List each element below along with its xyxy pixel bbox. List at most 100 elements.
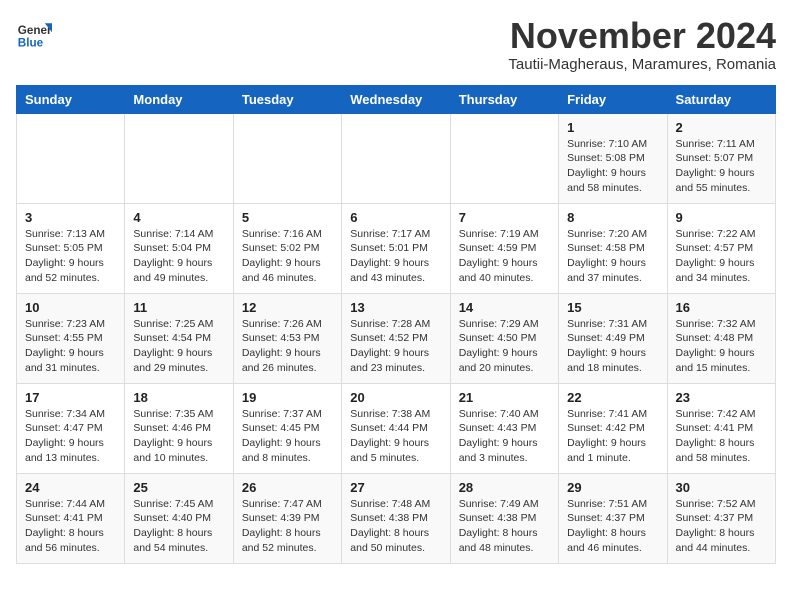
calendar-cell-4-3: 27Sunrise: 7:48 AM Sunset: 4:38 PM Dayli… bbox=[342, 473, 450, 563]
day-number: 2 bbox=[676, 120, 767, 135]
month-title: November 2024 bbox=[508, 16, 776, 56]
calendar-cell-3-6: 23 Sunrise: 7:42 AM Sunset: 4:41 PM Dayli… bbox=[667, 383, 775, 473]
calendar-cell-3-4: 21 Sunrise: 7:40 AM Sunset: 4:43 PM Dayli… bbox=[450, 383, 558, 473]
day-info: Sunrise: 7:26 AM Sunset: 4:53 PM Dayligh… bbox=[242, 317, 333, 376]
day-number: 25 bbox=[133, 480, 224, 495]
header-sunday: Sunday bbox=[17, 85, 125, 113]
location-subtitle: Tautii-Magheraus, Maramures, Romania bbox=[508, 56, 776, 73]
header-monday: Monday bbox=[125, 85, 233, 113]
day-info: Sunrise: 7:41 AM Sunset: 4:42 PM Dayligh… bbox=[567, 407, 658, 466]
calendar-cell-0-0 bbox=[17, 113, 125, 203]
header-row: Sunday Monday Tuesday Wednesday Thursday… bbox=[17, 85, 776, 113]
calendar-cell-3-2: 19 Sunrise: 7:37 AM Sunset: 4:45 PM Dayli… bbox=[233, 383, 341, 473]
day-number: 30 bbox=[676, 480, 767, 495]
calendar-cell-1-5: 8 Sunrise: 7:20 AM Sunset: 4:58 PM Daylig… bbox=[559, 203, 667, 293]
day-info: Sunrise: 7:47 AM Sunset: 4:39 PM Dayligh… bbox=[242, 497, 333, 556]
day-info: Sunrise: 7:28 AM Sunset: 4:52 PM Dayligh… bbox=[350, 317, 441, 376]
day-info: Sunrise: 7:49 AM Sunset: 4:38 PM Dayligh… bbox=[459, 497, 550, 556]
calendar-cell-1-6: 9 Sunrise: 7:22 AM Sunset: 4:57 PM Daylig… bbox=[667, 203, 775, 293]
header-saturday: Saturday bbox=[667, 85, 775, 113]
day-number: 3 bbox=[25, 210, 116, 225]
day-number: 17 bbox=[25, 390, 116, 405]
calendar-cell-1-2: 5 Sunrise: 7:16 AM Sunset: 5:02 PM Daylig… bbox=[233, 203, 341, 293]
calendar-cell-3-5: 22 Sunrise: 7:41 AM Sunset: 4:42 PM Dayli… bbox=[559, 383, 667, 473]
day-info: Sunrise: 7:23 AM Sunset: 4:55 PM Dayligh… bbox=[25, 317, 116, 376]
calendar-cell-4-0: 24 Sunrise: 7:44 AM Sunset: 4:41 PM Dayli… bbox=[17, 473, 125, 563]
day-number: 7 bbox=[459, 210, 550, 225]
calendar-cell-1-0: 3 Sunrise: 7:13 AM Sunset: 5:05 PM Daylig… bbox=[17, 203, 125, 293]
day-number: 23 bbox=[676, 390, 767, 405]
calendar-cell-1-1: 4 Sunrise: 7:14 AM Sunset: 5:04 PM Daylig… bbox=[125, 203, 233, 293]
day-number: 8 bbox=[567, 210, 658, 225]
week-row-1: 1Sunrise: 7:10 AM Sunset: 5:08 PM Daylig… bbox=[17, 113, 776, 203]
calendar-cell-2-0: 10 Sunrise: 7:23 AM Sunset: 4:55 PM Dayli… bbox=[17, 293, 125, 383]
calendar-cell-0-6: 2Sunrise: 7:11 AM Sunset: 5:07 PM Daylig… bbox=[667, 113, 775, 203]
day-info: Sunrise: 7:37 AM Sunset: 4:45 PM Dayligh… bbox=[242, 407, 333, 466]
day-number: 27 bbox=[350, 480, 441, 495]
header-tuesday: Tuesday bbox=[233, 85, 341, 113]
day-number: 15 bbox=[567, 300, 658, 315]
calendar-table: Sunday Monday Tuesday Wednesday Thursday… bbox=[16, 85, 776, 564]
day-number: 10 bbox=[25, 300, 116, 315]
day-info: Sunrise: 7:45 AM Sunset: 4:40 PM Dayligh… bbox=[133, 497, 224, 556]
header-wednesday: Wednesday bbox=[342, 85, 450, 113]
day-number: 12 bbox=[242, 300, 333, 315]
day-info: Sunrise: 7:40 AM Sunset: 4:43 PM Dayligh… bbox=[459, 407, 550, 466]
day-info: Sunrise: 7:13 AM Sunset: 5:05 PM Dayligh… bbox=[25, 227, 116, 286]
day-number: 9 bbox=[676, 210, 767, 225]
day-number: 18 bbox=[133, 390, 224, 405]
day-number: 28 bbox=[459, 480, 550, 495]
week-row-4: 17 Sunrise: 7:34 AM Sunset: 4:47 PM Dayli… bbox=[17, 383, 776, 473]
calendar-cell-2-4: 14 Sunrise: 7:29 AM Sunset: 4:50 PM Dayli… bbox=[450, 293, 558, 383]
calendar-cell-1-4: 7 Sunrise: 7:19 AM Sunset: 4:59 PM Daylig… bbox=[450, 203, 558, 293]
day-number: 19 bbox=[242, 390, 333, 405]
day-info: Sunrise: 7:34 AM Sunset: 4:47 PM Dayligh… bbox=[25, 407, 116, 466]
day-number: 29 bbox=[567, 480, 658, 495]
day-number: 20 bbox=[350, 390, 441, 405]
calendar-cell-2-6: 16 Sunrise: 7:32 AM Sunset: 4:48 PM Dayli… bbox=[667, 293, 775, 383]
day-number: 24 bbox=[25, 480, 116, 495]
week-row-2: 3 Sunrise: 7:13 AM Sunset: 5:05 PM Daylig… bbox=[17, 203, 776, 293]
calendar-cell-4-4: 28 Sunrise: 7:49 AM Sunset: 4:38 PM Dayli… bbox=[450, 473, 558, 563]
day-number: 5 bbox=[242, 210, 333, 225]
calendar-header: Sunday Monday Tuesday Wednesday Thursday… bbox=[17, 85, 776, 113]
calendar-cell-4-1: 25 Sunrise: 7:45 AM Sunset: 4:40 PM Dayli… bbox=[125, 473, 233, 563]
day-info: Sunrise: 7:31 AM Sunset: 4:49 PM Dayligh… bbox=[567, 317, 658, 376]
day-info: Sunrise: 7:16 AM Sunset: 5:02 PM Dayligh… bbox=[242, 227, 333, 286]
day-info: Sunrise: 7:51 AM Sunset: 4:37 PM Dayligh… bbox=[567, 497, 658, 556]
day-number: 4 bbox=[133, 210, 224, 225]
calendar-cell-4-5: 29 Sunrise: 7:51 AM Sunset: 4:37 PM Dayli… bbox=[559, 473, 667, 563]
day-info: Sunrise: 7:14 AM Sunset: 5:04 PM Dayligh… bbox=[133, 227, 224, 286]
logo: General Blue bbox=[16, 16, 52, 52]
calendar-cell-3-3: 20 Sunrise: 7:38 AM Sunset: 4:44 PM Dayli… bbox=[342, 383, 450, 473]
logo-icon: General Blue bbox=[16, 16, 52, 52]
calendar-cell-2-1: 11Sunrise: 7:25 AM Sunset: 4:54 PM Dayli… bbox=[125, 293, 233, 383]
day-info: Sunrise: 7:17 AM Sunset: 5:01 PM Dayligh… bbox=[350, 227, 441, 286]
calendar-cell-0-3 bbox=[342, 113, 450, 203]
day-info: Sunrise: 7:44 AM Sunset: 4:41 PM Dayligh… bbox=[25, 497, 116, 556]
day-info: Sunrise: 7:32 AM Sunset: 4:48 PM Dayligh… bbox=[676, 317, 767, 376]
day-number: 13 bbox=[350, 300, 441, 315]
day-number: 14 bbox=[459, 300, 550, 315]
calendar-cell-1-3: 6Sunrise: 7:17 AM Sunset: 5:01 PM Daylig… bbox=[342, 203, 450, 293]
day-info: Sunrise: 7:10 AM Sunset: 5:08 PM Dayligh… bbox=[567, 137, 658, 196]
day-info: Sunrise: 7:38 AM Sunset: 4:44 PM Dayligh… bbox=[350, 407, 441, 466]
day-number: 21 bbox=[459, 390, 550, 405]
svg-text:Blue: Blue bbox=[18, 37, 44, 50]
day-info: Sunrise: 7:25 AM Sunset: 4:54 PM Dayligh… bbox=[133, 317, 224, 376]
calendar-cell-2-3: 13 Sunrise: 7:28 AM Sunset: 4:52 PM Dayli… bbox=[342, 293, 450, 383]
day-number: 16 bbox=[676, 300, 767, 315]
calendar-cell-3-1: 18Sunrise: 7:35 AM Sunset: 4:46 PM Dayli… bbox=[125, 383, 233, 473]
day-number: 22 bbox=[567, 390, 658, 405]
day-info: Sunrise: 7:22 AM Sunset: 4:57 PM Dayligh… bbox=[676, 227, 767, 286]
day-number: 26 bbox=[242, 480, 333, 495]
calendar-cell-2-5: 15 Sunrise: 7:31 AM Sunset: 4:49 PM Dayli… bbox=[559, 293, 667, 383]
svg-text:General: General bbox=[18, 24, 52, 37]
day-info: Sunrise: 7:20 AM Sunset: 4:58 PM Dayligh… bbox=[567, 227, 658, 286]
day-info: Sunrise: 7:29 AM Sunset: 4:50 PM Dayligh… bbox=[459, 317, 550, 376]
day-info: Sunrise: 7:42 AM Sunset: 4:41 PM Dayligh… bbox=[676, 407, 767, 466]
page-header: General Blue November 2024 Tautii-Magher… bbox=[16, 16, 776, 73]
calendar-cell-4-6: 30Sunrise: 7:52 AM Sunset: 4:37 PM Dayli… bbox=[667, 473, 775, 563]
day-info: Sunrise: 7:19 AM Sunset: 4:59 PM Dayligh… bbox=[459, 227, 550, 286]
calendar-cell-0-4 bbox=[450, 113, 558, 203]
